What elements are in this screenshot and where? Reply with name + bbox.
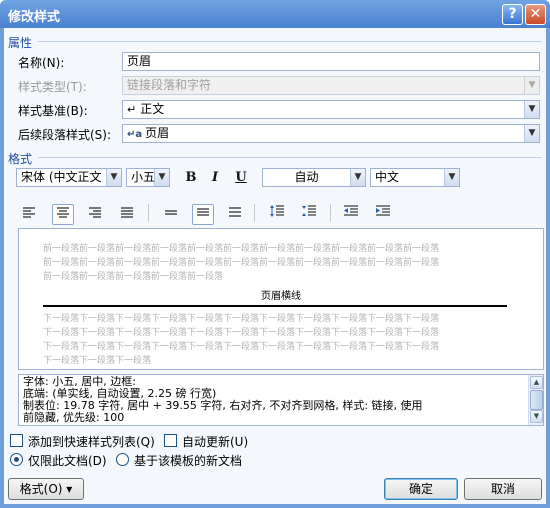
font-select[interactable]: 宋体 (中文正文 ▼ [16,168,122,187]
increase-indent-icon[interactable] [372,204,394,225]
font-size-value: 小五 [131,170,156,184]
toolbar-separator [254,204,255,222]
based-on-select[interactable]: ↵ 正文 ▼ [122,100,540,119]
cancel-button[interactable]: 取消 [464,478,542,500]
paragraph-toolbar [18,204,398,225]
double-spacing-icon[interactable] [224,204,246,225]
one-half-spacing-icon[interactable] [192,204,214,225]
preview-bottom-border [43,305,507,307]
preview-previous-line: 前一段落前一段落前一段落前一段落前一段落前一段落前一段落前一段落前一段落前一段落… [43,258,440,268]
format-menu-button[interactable]: 格式(O) ▾ [8,478,84,500]
preview-next-line: 下一段落下一段落下一段落下一段落下一段落下一段落下一段落下一段落下一段落下一段落… [43,314,440,324]
properties-divider [38,41,542,42]
style-description: 字体: 小五, 居中, 边框: 底端: (单实线, 自动设置, 2.25 磅 行… [18,374,544,426]
description-scrollbar[interactable]: ▲ ▼ [528,375,543,425]
new-documents-template-radio[interactable] [116,453,129,466]
justify-icon[interactable] [116,204,138,225]
font-color-value: 自动 [294,170,319,184]
paragraph-mark-icon: ↵ [127,103,137,116]
preview-next-line: 下一段落下一段落下一段落下一段落下一段落下一段落下一段落下一段落下一段落下一段落… [43,328,440,338]
increase-paragraph-spacing-icon[interactable] [266,204,288,225]
chevron-down-icon: ▼ [524,77,539,94]
chevron-down-icon[interactable]: ▼ [106,169,121,186]
close-button[interactable]: ✕ [525,4,546,25]
add-to-quick-styles-label[interactable]: 添加到快速样式列表(Q) [28,433,155,450]
font-color-select[interactable]: 自动 ▼ [262,168,366,187]
chevron-down-icon[interactable]: ▼ [444,169,459,186]
auto-update-label[interactable]: 自动更新(U) [182,433,248,450]
following-style-value: 页眉 [145,126,170,140]
decrease-indent-icon[interactable] [340,204,362,225]
language-value: 中文 [375,170,400,184]
based-on-label: 样式基准(B): [18,104,88,118]
following-style-label: 后续段落样式(S): [18,128,112,142]
add-to-quick-styles-checkbox[interactable] [10,434,23,447]
new-documents-template-label[interactable]: 基于该模板的新文档 [134,452,242,469]
scroll-down-icon[interactable]: ▼ [530,410,543,423]
scroll-up-icon[interactable]: ▲ [530,376,543,389]
based-on-value: 正文 [140,102,165,116]
auto-update-checkbox[interactable] [164,434,177,447]
chevron-down-icon[interactable]: ▼ [524,125,539,142]
preview-previous-line: 前一段落前一段落前一段落前一段落前一段落 [43,272,224,282]
only-this-document-label[interactable]: 仅限此文档(D) [28,452,107,469]
preview-next-line: 下一段落下一段落下一段落下一段落下一段落下一段落下一段落下一段落下一段落下一段落… [43,342,440,352]
underline-button[interactable]: U [230,167,252,188]
language-select[interactable]: 中文 ▼ [370,168,460,187]
align-left-icon[interactable] [18,204,40,225]
linked-style-icon: ↵a [127,129,143,140]
toolbar-separator [148,204,149,222]
chevron-down-icon[interactable]: ▼ [154,169,169,186]
chevron-down-icon[interactable]: ▼ [524,101,539,118]
font-value: 宋体 (中文正文 [21,170,102,184]
italic-button[interactable]: I [204,167,226,188]
align-center-icon[interactable] [52,204,74,225]
dialog-body: 属性 名称(N): 页眉 样式类型(T): 链接段落和字符 ▼ 样式基准(B):… [4,28,546,504]
align-right-icon[interactable] [84,204,106,225]
font-size-select[interactable]: 小五 ▼ [126,168,170,187]
scroll-thumb[interactable] [530,390,543,410]
single-spacing-icon[interactable] [160,204,182,225]
dialog-title: 修改样式 [8,10,61,25]
style-preview: 前一段落前一段落前一段落前一段落前一段落前一段落前一段落前一段落前一段落前一段落… [18,228,544,370]
name-label: 名称(N): [18,56,65,70]
only-this-document-radio[interactable] [10,453,23,466]
modify-style-dialog: 修改样式 ? ✕ 属性 名称(N): 页眉 样式类型(T): 链接段落和字符 ▼… [0,0,550,508]
preview-sample-text: 页眉横线 [261,291,301,302]
following-style-select[interactable]: ↵a 页眉 ▼ [122,124,540,143]
preview-next-line: 下一段落下一段落下一段落 [43,356,152,366]
decrease-paragraph-spacing-icon[interactable] [298,204,320,225]
title-bar: 修改样式 ? ✕ [0,0,550,28]
style-type-value: 链接段落和字符 [127,78,212,92]
description-line: 前隐藏, 优先级: 100 [23,411,125,424]
format-divider [38,157,542,158]
style-type-label: 样式类型(T): [18,80,87,94]
name-input[interactable]: 页眉 [122,52,540,71]
style-type-select: 链接段落和字符 ▼ [122,76,540,95]
chevron-down-icon[interactable]: ▼ [350,169,365,186]
ok-button[interactable]: 确定 [384,478,458,500]
toolbar-separator [330,204,331,222]
properties-section-label: 属性 [8,36,33,50]
format-section-label: 格式 [8,152,33,166]
help-button[interactable]: ? [502,4,523,25]
bold-button[interactable]: B [180,167,202,188]
preview-previous-line: 前一段落前一段落前一段落前一段落前一段落前一段落前一段落前一段落前一段落前一段落… [43,244,440,254]
